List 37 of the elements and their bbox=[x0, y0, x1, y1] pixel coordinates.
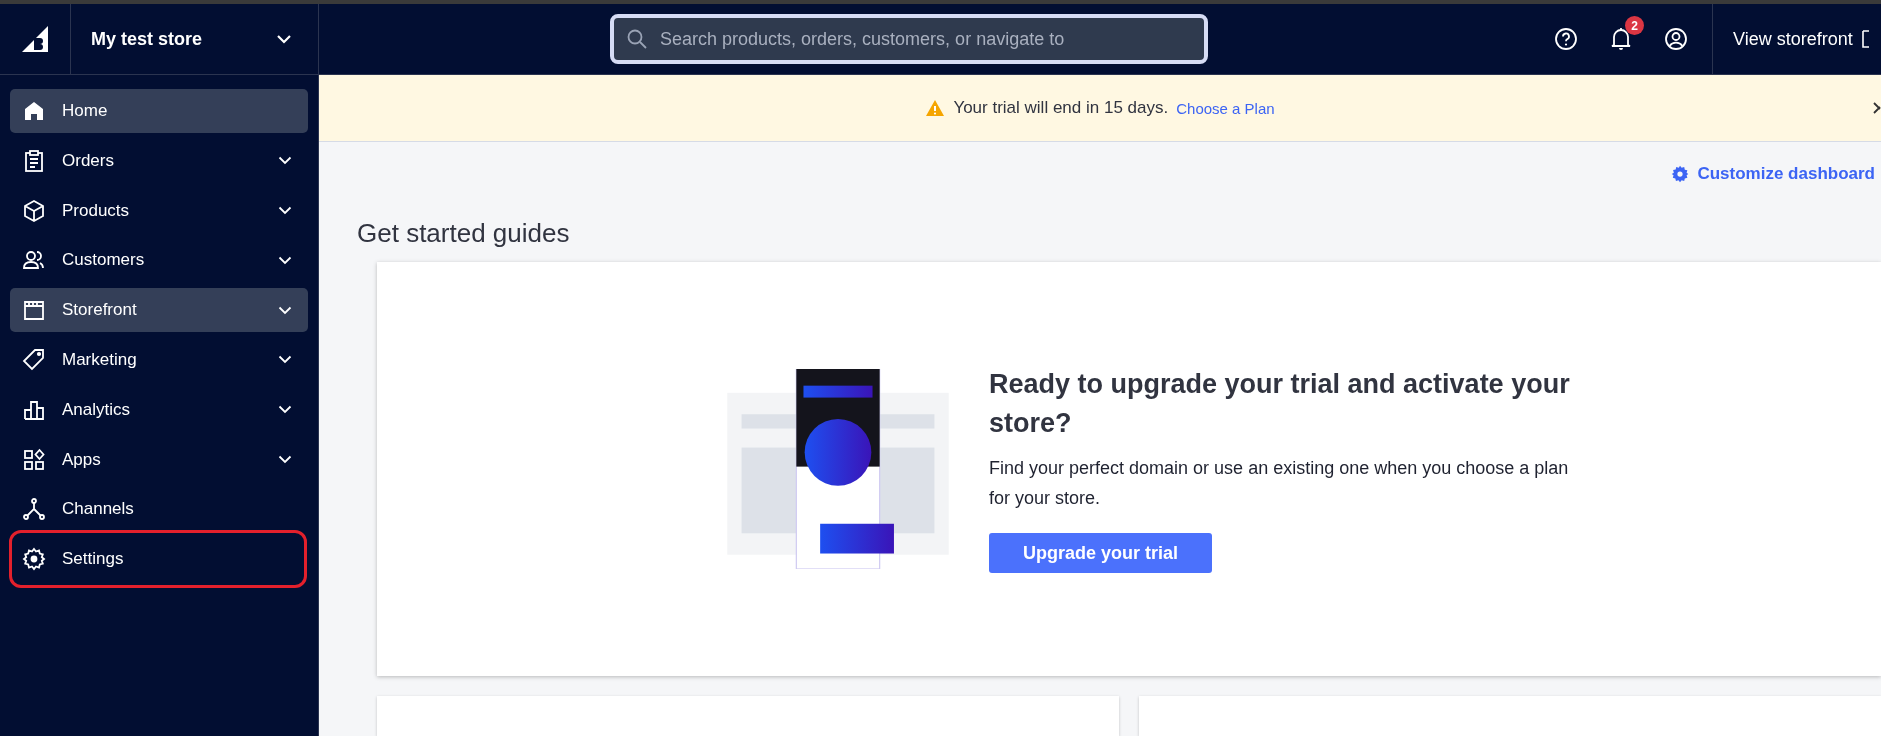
sidebar-item[interactable]: Marketing bbox=[10, 338, 308, 382]
view-storefront-link[interactable]: View storefront bbox=[1733, 28, 1853, 50]
store-selector[interactable]: My test store bbox=[71, 4, 319, 74]
search-field[interactable]: Search products, orders, customers, or navigate to bbox=[610, 14, 1208, 64]
help-icon[interactable] bbox=[1554, 27, 1578, 51]
sidebar-item[interactable]: Home bbox=[10, 89, 308, 133]
channels-icon bbox=[22, 497, 46, 522]
notification-badge: 2 bbox=[1625, 16, 1644, 35]
trial-message: Your trial will end in 15 days. bbox=[953, 98, 1169, 118]
upgrade-button[interactable]: Upgrade your trial bbox=[989, 533, 1212, 573]
bell-icon[interactable] bbox=[1610, 26, 1632, 52]
sidebar-item[interactable]: Channels bbox=[10, 487, 308, 532]
sidebar-item[interactable]: Customers bbox=[10, 238, 308, 283]
card-title: Ready to upgrade your trial and activate your store? bbox=[989, 368, 1571, 440]
customize-dashboard-link[interactable]: Customize dashboard bbox=[1671, 164, 1881, 184]
choose-plan-link[interactable]: Choose a Plan bbox=[1176, 99, 1275, 117]
sidebar-item[interactable]: Products bbox=[10, 188, 308, 233]
sidebar-item[interactable]: Apps bbox=[10, 437, 308, 482]
storefront-icon bbox=[22, 298, 46, 323]
warning-icon bbox=[925, 99, 946, 117]
products-icon bbox=[22, 198, 46, 223]
apps-icon bbox=[22, 447, 46, 472]
card-description: Find your perfect domain or use an existing one when you choose a plan for your store. bbox=[989, 457, 1570, 510]
sidebar-item[interactable]: Orders bbox=[10, 138, 308, 183]
sidebar-item[interactable]: Storefront bbox=[10, 288, 308, 333]
sidebar-item[interactable]: Analytics bbox=[10, 387, 308, 432]
sidebar-item[interactable]: Settings bbox=[16, 537, 300, 582]
section-title: Get started guides bbox=[357, 218, 571, 250]
settings-icon bbox=[1671, 165, 1690, 183]
home-icon bbox=[22, 99, 46, 123]
account-icon[interactable] bbox=[1664, 27, 1688, 51]
logo-icon[interactable] bbox=[20, 24, 50, 54]
marketing-icon bbox=[22, 348, 46, 372]
settings-icon bbox=[22, 547, 46, 572]
chevron-down-icon bbox=[276, 34, 292, 44]
search-icon bbox=[626, 28, 648, 50]
orders-icon bbox=[22, 148, 46, 173]
